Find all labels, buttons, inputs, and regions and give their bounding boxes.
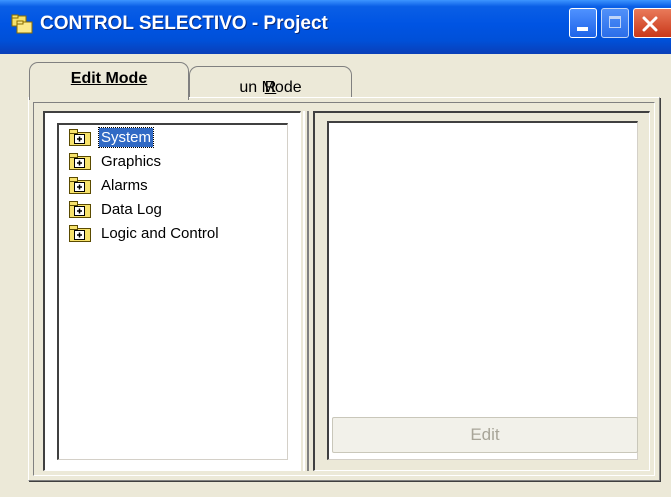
folder-plus-icon: [69, 201, 91, 218]
title-bar[interactable]: CONTROL SELECTIVO - Project: [0, 0, 671, 54]
app-window: CONTROL SELECTIVO - Project Edit Mode Ru…: [0, 0, 671, 497]
tab-run-mode[interactable]: Run Mode: [189, 66, 352, 97]
minimize-icon: [577, 27, 588, 31]
folder-plus-icon: [69, 153, 91, 170]
splitter-highlight: [303, 111, 305, 471]
folder-plus-icon: [69, 129, 91, 146]
tab-edit-mode-label: Edit Mode: [70, 70, 148, 87]
panel-splitter[interactable]: [303, 111, 311, 471]
project-tree-panel[interactable]: System Graphics Alarms Data Log Logic an…: [43, 111, 301, 471]
tree-item-label: Graphics: [101, 153, 162, 170]
tree-item-label: Alarms: [101, 177, 148, 194]
tree-item-label: System: [97, 127, 155, 148]
detail-panel: Edit: [313, 111, 650, 471]
folder-plus-icon: [69, 225, 91, 242]
minimize-button[interactable]: [569, 8, 597, 38]
edit-button[interactable]: Edit: [332, 417, 638, 453]
tab-run-mode-label-rest: un Mode: [239, 79, 302, 96]
project-tree-view[interactable]: System Graphics Alarms Data Log Logic an…: [57, 123, 288, 460]
maximize-icon: [609, 16, 621, 28]
project-folders-icon: [11, 14, 33, 34]
close-icon: [642, 16, 658, 32]
splitter-shadow: [307, 111, 309, 471]
folder-plus-icon: [69, 177, 91, 194]
tab-edit-mode[interactable]: Edit Mode: [29, 62, 189, 100]
window-title: CONTROL SELECTIVO - Project: [40, 13, 328, 34]
maximize-button[interactable]: [601, 8, 629, 38]
detail-view[interactable]: [327, 121, 638, 460]
close-button[interactable]: [633, 8, 671, 38]
tree-item-label: Logic and Control: [101, 225, 219, 242]
tree-item-label: Data Log: [101, 201, 162, 218]
